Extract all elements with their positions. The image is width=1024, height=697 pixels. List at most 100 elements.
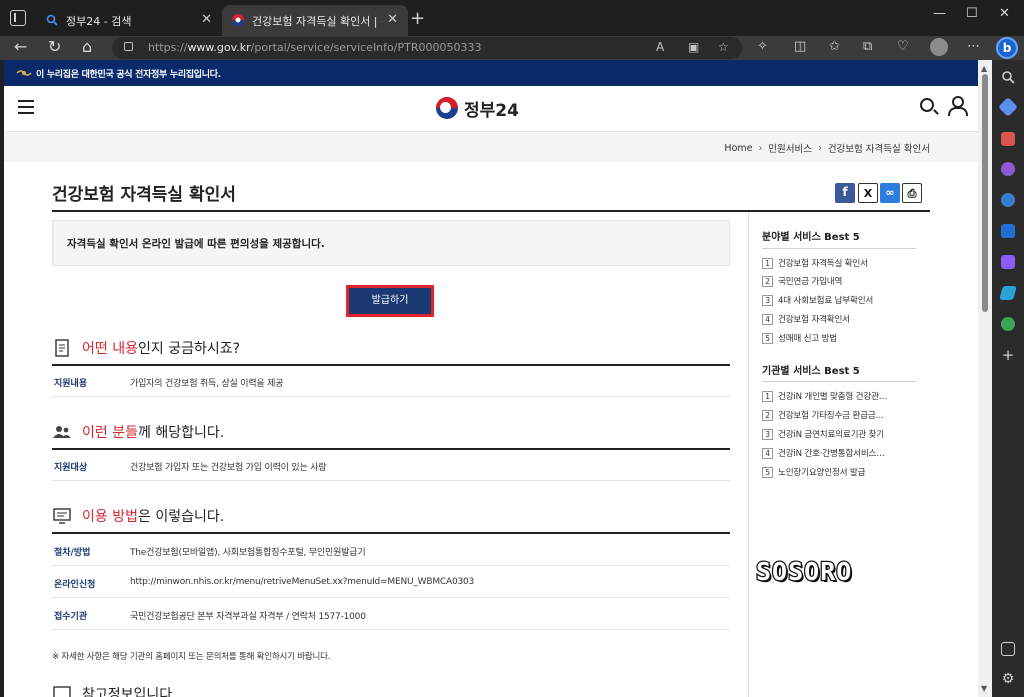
address-bar[interactable]: https://www.gov.kr/portal/service/servic… (112, 37, 742, 59)
facebook-share-icon[interactable]: f (835, 183, 855, 203)
page-scrollbar[interactable]: ▲ ▼ (978, 60, 992, 697)
url-text: https://www.gov.kr/portal/service/servic… (148, 41, 482, 54)
scroll-down-icon[interactable]: ▼ (981, 684, 987, 693)
row-value: 국민건강보험공단 본부 자격부과실 자격부 / 연락처 1577-1000 (130, 612, 366, 622)
rank-badge: 1 (762, 257, 773, 269)
heading-suffix: 인지 궁금하시죠? (137, 341, 241, 357)
list-item[interactable]: 2 국민연금 가입내역 (762, 273, 916, 289)
send-icon[interactable] (999, 286, 1017, 300)
site-logo[interactable]: 정부24 (436, 94, 519, 122)
tab-actions-icon[interactable] (10, 10, 26, 26)
list-item-label: 건강보험 자격확인서 (778, 315, 850, 325)
row-value: 건강보험 가입자 또는 건강보험 가입 이력이 있는 사람 (130, 463, 327, 473)
link-copy-icon[interactable]: ∞ (880, 183, 900, 203)
sidebar-toggle-icon[interactable] (1001, 642, 1015, 656)
row-key: 지원내용 (54, 379, 88, 389)
home-icon[interactable]: ⌂ (82, 37, 92, 56)
immersive-reader-icon[interactable]: ▣ (688, 40, 699, 54)
monitor-icon (53, 508, 71, 524)
list-item-label: 건강iN 간호·간병통합서비스… (778, 449, 885, 459)
minimize-icon[interactable]: — (933, 6, 946, 21)
menu-icon[interactable] (18, 100, 34, 114)
back-icon[interactable]: ← (14, 37, 27, 56)
extensions-icon[interactable]: ✧ (757, 39, 768, 54)
tools-icon[interactable] (1001, 132, 1015, 146)
section-heading-method: 이용 방법 은 이렇습니다. (52, 504, 224, 528)
gov-mark-icon (16, 70, 32, 76)
profile-avatar[interactable] (930, 38, 948, 56)
list-item-label: 건강iN 개인별 맞춤형 건강관… (778, 392, 888, 402)
tab-active[interactable]: 건강보험 자격득실 확인서 | 정부 ✕ (222, 5, 408, 36)
list-item-label: 건강보험 자격득실 확인서 (778, 259, 868, 269)
scrollbar-thumb[interactable] (982, 74, 988, 312)
close-icon[interactable]: ✕ (201, 12, 212, 27)
table-row: 지원대상 건강보험 가입자 또는 건강보험 가입 이력이 있는 사람 (52, 450, 730, 481)
collections-icon[interactable]: ⧉ (863, 39, 872, 54)
breadcrumb-current[interactable]: 건강보험 자격득실 확인서 (828, 141, 930, 155)
designer-icon[interactable] (1001, 255, 1015, 269)
list-item[interactable]: 5 노인장기요양인정서 발급 (762, 464, 916, 480)
print-icon[interactable]: ⎙ (902, 183, 922, 203)
web-page: 이 누리집은 대한민국 공식 전자정부 누리집입니다. 정부24 Home › … (4, 60, 978, 697)
window-close-icon[interactable]: ✕ (999, 6, 1010, 21)
list-item[interactable]: 1 건강iN 개인별 맞춤형 건강관… (762, 388, 916, 404)
favorites-icon[interactable]: ✩ (829, 39, 840, 54)
row-value-link[interactable]: http://minwon.nhis.or.kr/menu/retriveMen… (130, 577, 474, 587)
tree-icon[interactable] (1001, 317, 1015, 331)
games-icon[interactable] (1001, 162, 1015, 176)
notice-text: ※ 자세한 사항은 해당 기관의 홈페이지 또는 문의처를 통해 확인하시기 바… (52, 652, 331, 662)
read-aloud-icon[interactable]: A (656, 40, 664, 54)
add-icon[interactable]: + (1001, 348, 1015, 363)
scroll-up-icon[interactable]: ▲ (981, 64, 987, 73)
people-icon (53, 426, 71, 438)
new-tab-icon[interactable]: + (410, 8, 425, 29)
more-icon[interactable]: ⋯ (967, 39, 980, 54)
list-item-label: 건강보험 기타징수금 환급금… (778, 411, 884, 421)
breadcrumb-home[interactable]: Home (724, 143, 752, 154)
rank-badge: 2 (762, 275, 773, 287)
settings-gear-icon[interactable]: ⚙ (1001, 672, 1015, 686)
copilot-icon[interactable]: b (996, 37, 1018, 59)
breadcrumb-civil-service[interactable]: 민원서비스 (768, 141, 812, 155)
list-item[interactable]: 1 건강보험 자격득실 확인서 (762, 255, 916, 271)
split-screen-icon[interactable]: ◫ (794, 39, 806, 54)
apply-button[interactable]: 발급하기 (346, 285, 434, 317)
browser-tab-bar: 정부24 - 검색 ✕ 건강보험 자격득실 확인서 | 정부 ✕ + — ☐ ✕ (0, 0, 1024, 36)
maximize-icon[interactable]: ☐ (966, 6, 978, 21)
shopping-tag-icon[interactable] (998, 97, 1018, 117)
outlook-icon[interactable] (1001, 224, 1015, 238)
browser-essentials-icon[interactable]: ♡ (897, 39, 909, 54)
favorite-star-icon[interactable]: ☆ (718, 40, 729, 54)
heading-suffix: 은 이렇습니다. (137, 509, 225, 525)
list-item-label: 4대 사회보험료 납부확인서 (778, 296, 874, 306)
section-heading-content: 어떤 내용 인지 궁금하시죠? (52, 336, 240, 360)
search-icon[interactable] (920, 98, 934, 112)
copilot-app-icon[interactable] (1001, 193, 1015, 207)
heading-highlight: 어떤 내용 (82, 341, 138, 357)
row-key: 지원대상 (54, 463, 88, 473)
section-divider (52, 532, 730, 534)
rank-badge: 5 (762, 466, 773, 478)
user-icon[interactable] (948, 96, 968, 116)
edge-sidebar: + ⚙ (992, 60, 1024, 697)
lock-icon (124, 42, 133, 51)
list-item[interactable]: 2 건강보험 기타징수금 환급금… (762, 407, 916, 423)
summary-box: 자격득실 확인서 온라인 발급에 따른 편의성을 제공합니다. (52, 220, 730, 266)
search-icon[interactable] (1001, 70, 1015, 84)
tab-search[interactable]: 정부24 - 검색 ✕ (36, 5, 222, 36)
list-item[interactable]: 4 건강보험 자격확인서 (762, 311, 916, 327)
close-icon[interactable]: ✕ (387, 12, 398, 27)
monitor-icon (53, 686, 71, 697)
list-item[interactable]: 5 성매매 신고 방법 (762, 330, 916, 346)
list-item[interactable]: 4 건강iN 간호·간병통합서비스… (762, 445, 916, 461)
x-share-icon[interactable]: X (858, 183, 878, 203)
list-item[interactable]: 3 건강iN 금연치료의료기관 찾기 (762, 426, 916, 442)
table-row: 절차/방법 The건강보험(모바일앱), 사회보험통합징수포털, 무인민원발급기 (52, 535, 730, 566)
list-item-label: 국민연금 가입내역 (778, 277, 843, 287)
chevron-right-icon: › (818, 142, 822, 154)
refresh-icon[interactable]: ↻ (48, 37, 61, 56)
column-divider (748, 212, 749, 697)
summary-text: 자격득실 확인서 온라인 발급에 따른 편의성을 제공합니다. (67, 238, 325, 250)
list-item[interactable]: 3 4대 사회보험료 납부확인서 (762, 292, 916, 308)
breadcrumb: Home › 민원서비스 › 건강보험 자격득실 확인서 (724, 141, 930, 156)
